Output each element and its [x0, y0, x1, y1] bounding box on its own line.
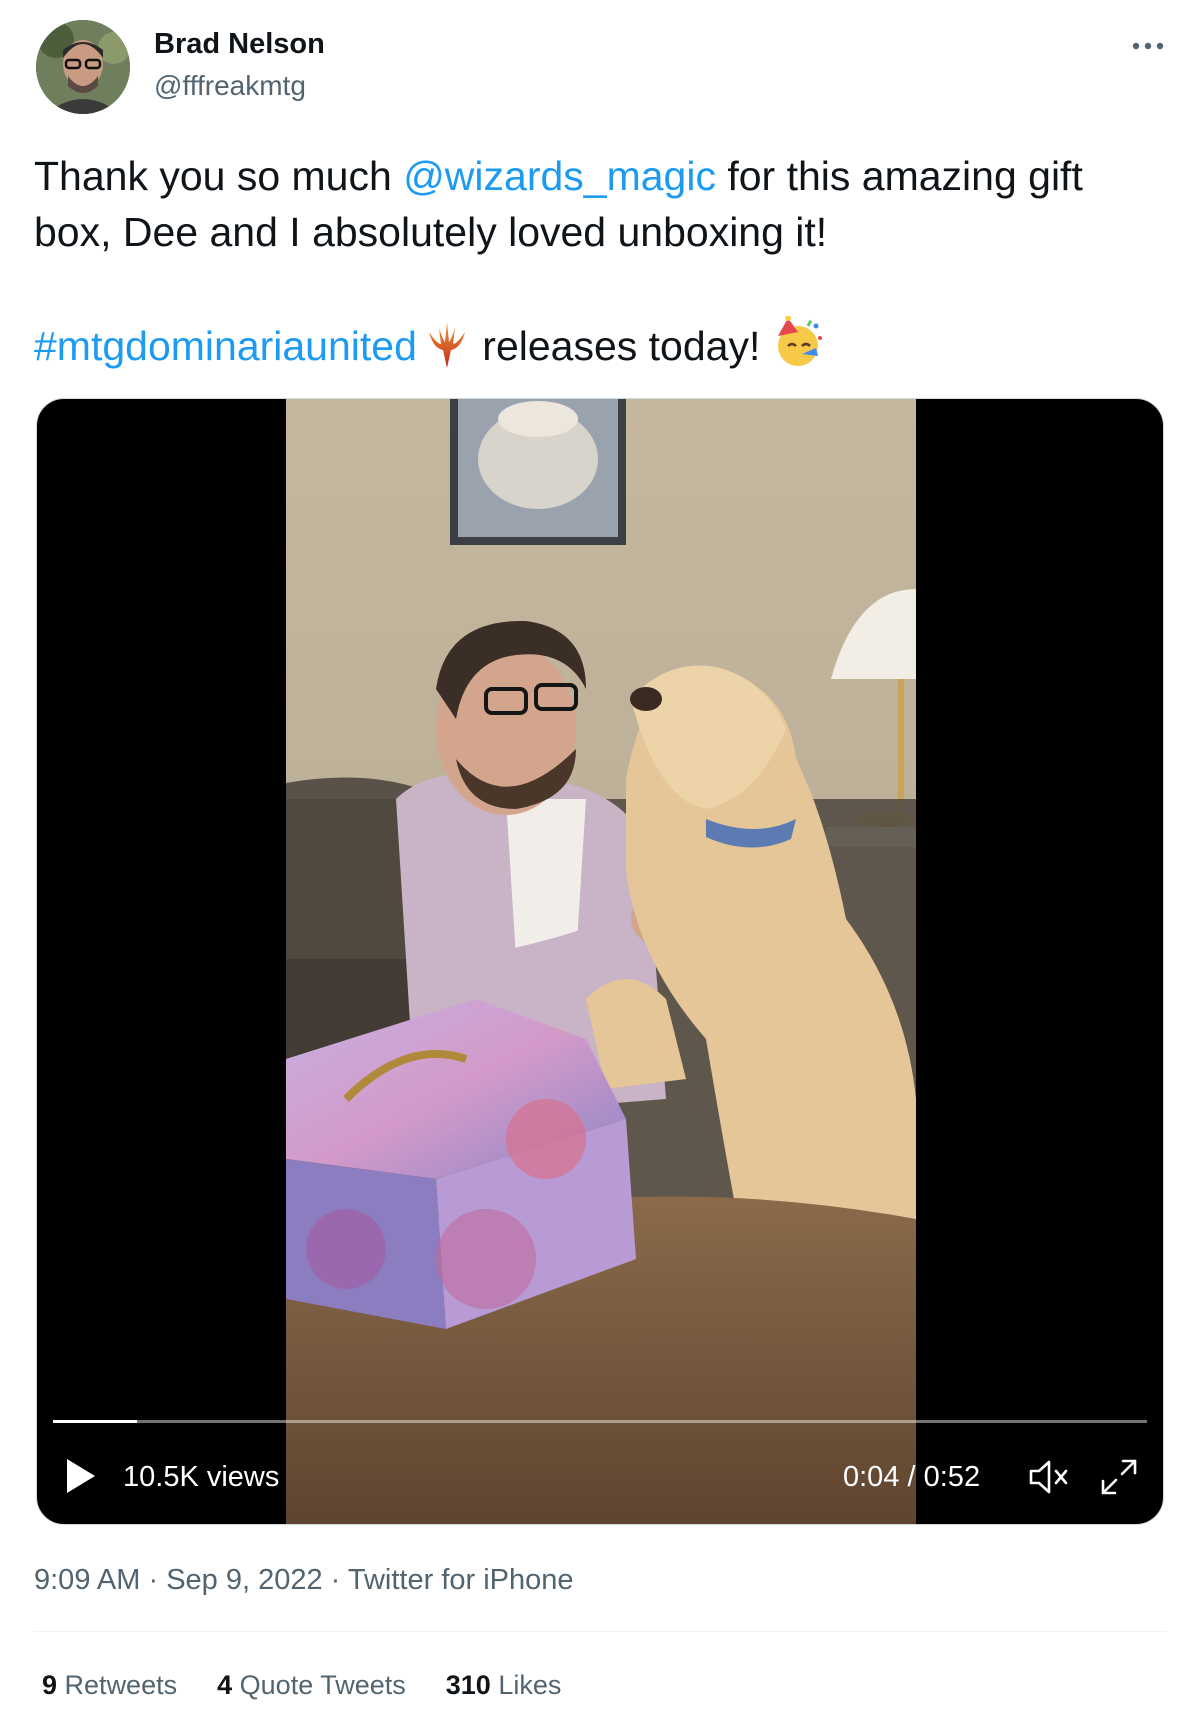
meta-separator: · — [140, 1564, 167, 1596]
mute-icon — [1029, 1460, 1068, 1494]
video-duration: 0:52 — [923, 1461, 981, 1493]
more-options-button[interactable] — [1126, 32, 1170, 60]
retweets-stat[interactable]: 9 Retweets — [42, 1670, 177, 1701]
video-current-time: 0:04 — [843, 1461, 900, 1493]
party-face-emoji — [772, 315, 824, 382]
tweet-text-part: releases today! — [470, 323, 772, 369]
avatar-photo — [36, 20, 130, 114]
retweets-count: 9 — [42, 1670, 58, 1700]
mention-link[interactable]: @wizards_magic — [403, 153, 716, 199]
quote-tweets-count: 4 — [217, 1670, 233, 1700]
likes-stat[interactable]: 310 Likes — [446, 1670, 562, 1701]
tweet-text-part: Thank you so much — [34, 153, 404, 199]
fullscreen-icon — [1101, 1459, 1137, 1495]
tweet-date[interactable]: Sep 9, 2022 — [166, 1564, 322, 1596]
video-thumbnail — [286, 399, 916, 1524]
likes-count: 310 — [445, 1670, 491, 1700]
mtg-planeswalker-icon — [417, 322, 471, 382]
play-button[interactable] — [65, 1457, 97, 1495]
quote-tweets-stat[interactable]: 4 Quote Tweets — [217, 1670, 406, 1701]
video-timestamp: 0:04 / 0:52 — [843, 1461, 980, 1494]
tweet-text: Thank you so much @wizards_magic for thi… — [34, 148, 1154, 382]
video-time-separator: / — [899, 1461, 924, 1493]
tweet-client[interactable]: Twitter for iPhone — [348, 1564, 574, 1596]
video-progress-fill — [53, 1420, 138, 1423]
fullscreen-button[interactable] — [1099, 1457, 1139, 1497]
tweet-stats: 9 Retweets 4 Quote Tweets 310 Likes — [42, 1670, 561, 1701]
retweets-label: Retweets — [64, 1670, 178, 1700]
mute-button[interactable] — [1027, 1457, 1071, 1497]
more-icon — [1132, 42, 1164, 50]
tweet-hashtag-line: #mtgdominariaunited releases today! — [34, 315, 1154, 382]
author-display-name[interactable]: Brad Nelson — [154, 28, 325, 61]
tweet-text-line: Thank you so much @wizards_magic for thi… — [34, 148, 1154, 260]
author-handle[interactable]: @fffreakmtg — [154, 70, 306, 102]
quote-tweets-label: Quote Tweets — [239, 1670, 406, 1700]
video-player[interactable]: 10.5K views 0:04 / 0:52 — [36, 398, 1164, 1525]
meta-separator: · — [322, 1564, 348, 1596]
likes-label: Likes — [498, 1670, 562, 1700]
divider — [34, 1631, 1166, 1632]
video-view-count: 10.5K views — [123, 1461, 280, 1493]
avatar[interactable] — [36, 20, 130, 114]
play-icon — [67, 1459, 95, 1493]
tweet-meta: 9:09 AM · Sep 9, 2022 · Twitter for iPho… — [34, 1564, 574, 1597]
hashtag-link[interactable]: #mtgdominariaunited — [34, 323, 417, 369]
video-frame[interactable] — [286, 399, 916, 1524]
video-progress-bar[interactable] — [53, 1420, 1147, 1423]
tweet-time[interactable]: 9:09 AM — [34, 1564, 140, 1596]
